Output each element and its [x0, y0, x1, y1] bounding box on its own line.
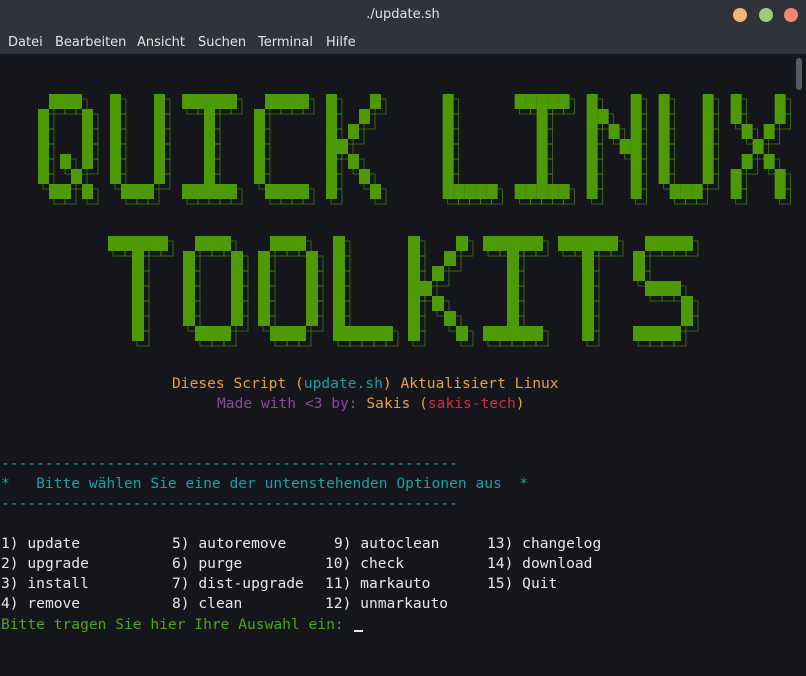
option-number: 3) [1, 575, 19, 592]
menu-datei[interactable]: Datei [8, 35, 43, 50]
banner-title-line2 [108, 236, 699, 347]
option-label: upgrade [27, 555, 89, 572]
option-unmarkauto: 12) unmarkauto [325, 594, 448, 614]
option-number: 6) [172, 555, 190, 572]
option-number: 14) [487, 555, 514, 572]
option-label: Quit [522, 575, 558, 592]
menu-separator-top: ----------------------------------------… [1, 455, 458, 472]
menu-hilfe[interactable]: Hilfe [326, 35, 356, 50]
option-label: dist-upgrade [198, 575, 304, 592]
author-name: Sakis [366, 395, 411, 412]
option-remove: 4) remove [1, 594, 80, 614]
option-label: purge [198, 555, 243, 572]
paren-close: ) [515, 395, 525, 412]
input-line[interactable]: Bitte tragen Sie hier Ihre Auswahl ein: [1, 615, 364, 635]
option-number: 10) [325, 555, 352, 572]
script-info-suffix: ) Aktualisiert Linux [382, 375, 559, 392]
option-label: changelog [522, 535, 602, 552]
maximize-button[interactable] [759, 8, 773, 22]
script-name: update.sh [303, 375, 383, 392]
ascii-banner [38, 94, 792, 347]
script-info-prefix: Dieses Script ( [172, 375, 304, 392]
credits-line: Made with <3 by: Sakis (sakis-tech) [217, 394, 525, 414]
menu-prompt-title: * Bitte wählen Sie eine der untenstehend… [1, 475, 529, 492]
option-clean: 8) clean [172, 594, 242, 614]
menu-separator-bottom: ----------------------------------------… [1, 495, 458, 512]
author-handle: sakis-tech [427, 395, 516, 412]
minimize-button[interactable] [733, 8, 747, 22]
option-number: 11) [325, 575, 352, 592]
made-with-label: Made with <3 by: [217, 395, 367, 412]
scrollbar-thumb[interactable] [796, 58, 802, 90]
option-label: install [27, 575, 89, 592]
paren-open: ( [410, 395, 428, 412]
input-prompt: Bitte tragen Sie hier Ihre Auswahl ein: [1, 616, 353, 633]
option-update: 1) update [1, 534, 80, 554]
option-number: 5) [172, 535, 190, 552]
option-markauto: 11) markauto [325, 574, 430, 594]
text-cursor [354, 630, 364, 632]
option-label: clean [198, 595, 243, 612]
option-download: 14) download [487, 554, 592, 574]
option-label: check [360, 555, 405, 572]
option-changelog: 13) changelog [487, 534, 601, 554]
option-purge: 6) purge [172, 554, 242, 574]
option-label: autoremove [198, 535, 287, 552]
option-number: 4) [1, 595, 19, 612]
terminal-output[interactable]: Dieses Script (update.sh) Aktualisiert L… [0, 54, 794, 676]
option-label: markauto [360, 575, 431, 592]
title-bar[interactable]: ./update.sh [0, 0, 806, 32]
option-label: remove [27, 595, 81, 612]
option-number: 7) [172, 575, 190, 592]
option-number: 1) [1, 535, 19, 552]
window-title: ./update.sh [366, 7, 440, 22]
option-autoremove: 5) autoremove [172, 534, 286, 554]
option-number: 9) [334, 535, 352, 552]
terminal-window: ./update.sh Datei Bearbeiten Ansicht Suc… [0, 0, 806, 676]
script-info-line: Dieses Script (update.sh) Aktualisiert L… [172, 374, 559, 394]
scrollbar[interactable] [796, 58, 802, 674]
option-label: update [27, 535, 81, 552]
menu-terminal[interactable]: Terminal [258, 35, 313, 50]
option-dist-upgrade: 7) dist-upgrade [172, 574, 304, 594]
option-label: autoclean [360, 535, 440, 552]
option-number: 2) [1, 555, 19, 572]
option-quit: 15) Quit [487, 574, 557, 594]
banner-title-line1 [38, 94, 792, 205]
option-number: 13) [487, 535, 514, 552]
option-autoclean: 9) autoclean [334, 534, 439, 554]
option-upgrade: 2) upgrade [1, 554, 89, 574]
option-check: 10) check [325, 554, 404, 574]
menu-ansicht[interactable]: Ansicht [137, 35, 185, 50]
option-number: 8) [172, 595, 190, 612]
option-number: 15) [487, 575, 514, 592]
menu-suchen[interactable]: Suchen [198, 35, 246, 50]
option-install: 3) install [1, 574, 89, 594]
option-number: 12) [325, 595, 352, 612]
close-button[interactable] [784, 8, 798, 22]
menu-bearbeiten[interactable]: Bearbeiten [55, 35, 126, 50]
menu-bar: Datei Bearbeiten Ansicht Suchen Terminal… [0, 32, 806, 54]
option-label: download [522, 555, 593, 572]
option-label: unmarkauto [360, 595, 449, 612]
